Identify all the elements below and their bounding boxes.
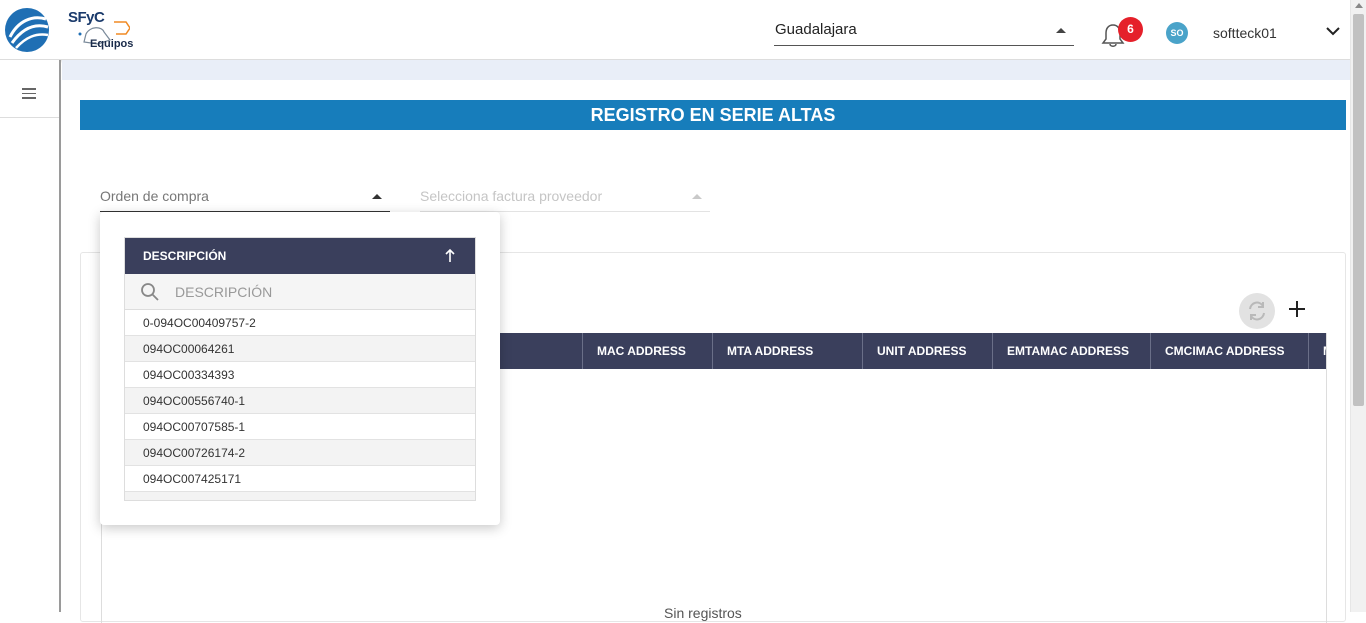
caret-up-icon <box>1056 28 1066 33</box>
brand-logo: SFyC Equipos <box>68 8 158 54</box>
dropdown-table: DESCRIPCIÓN 0-094OC00409757-2 094OC00064… <box>124 237 476 501</box>
notification-badge[interactable]: 6 <box>1118 17 1143 42</box>
arrow-up-icon[interactable] <box>443 248 457 264</box>
scrollbar-thumb[interactable] <box>1353 14 1364 406</box>
add-button[interactable] <box>1285 297 1309 321</box>
search-icon <box>141 283 159 301</box>
orden-compra-label: Orden de compra <box>100 188 209 204</box>
column-header[interactable]: CMCIMAC ADDRESS <box>1150 333 1308 369</box>
dropdown-search-input[interactable] <box>175 282 455 302</box>
column-header[interactable]: MAC ADDRESS <box>582 333 712 369</box>
plus-icon <box>1289 301 1305 317</box>
caret-up-icon <box>372 194 382 199</box>
menu-toggle-button[interactable] <box>0 60 59 118</box>
caret-up-icon <box>692 194 702 199</box>
list-item[interactable]: 094OC00707585-1 <box>125 414 475 440</box>
scroll-up-icon[interactable] <box>1355 3 1363 8</box>
column-header[interactable]: UNIT ADDRESS <box>862 333 992 369</box>
orden-compra-select[interactable]: Orden de compra <box>100 180 390 212</box>
list-item[interactable]: 094OC00064261 <box>125 336 475 362</box>
list-item[interactable]: 094OC00556740-1 <box>125 388 475 414</box>
top-header: SFyC Equipos Guadalajara 6 SO softteck01 <box>0 0 1350 60</box>
list-item[interactable]: 094OC00334393 <box>125 362 475 388</box>
dropdown-column-label: DESCRIPCIÓN <box>143 249 227 263</box>
city-select-value: Guadalajara <box>775 21 857 38</box>
refresh-button[interactable] <box>1239 293 1275 329</box>
list-item[interactable]: 0-094OC00409757-2 <box>125 310 475 336</box>
factura-proveedor-select[interactable]: Selecciona factura proveedor <box>420 180 710 212</box>
avatar[interactable]: SO <box>1166 22 1188 44</box>
sidebar <box>0 60 61 612</box>
username-label[interactable]: softteck01 <box>1213 25 1277 41</box>
brand-subtitle: Equipos <box>90 38 134 50</box>
dropdown-list: 0-094OC00409757-2 094OC00064261 094OC003… <box>125 310 475 500</box>
column-header[interactable]: MTA ADDRESS <box>712 333 862 369</box>
hamburger-icon <box>22 88 36 102</box>
refresh-icon <box>1249 301 1265 321</box>
column-header[interactable]: EMTAMAC ADDRESS <box>992 333 1150 369</box>
orden-compra-dropdown: DESCRIPCIÓN 0-094OC00409757-2 094OC00064… <box>100 212 500 525</box>
top-strip <box>62 60 1350 80</box>
page-title: REGISTRO EN SERIE ALTAS <box>80 100 1346 130</box>
column-header[interactable]: M <box>1308 333 1326 369</box>
list-item[interactable]: 094OC007425171 <box>125 466 475 492</box>
list-item[interactable]: 1-094OC00409757-2 <box>125 492 475 500</box>
sfyc-logo-icon[interactable] <box>4 7 50 53</box>
empty-table-message: Sin registros <box>664 605 742 621</box>
list-item[interactable]: 094OC00726174-2 <box>125 440 475 466</box>
page-scrollbar[interactable] <box>1350 0 1366 612</box>
city-select[interactable]: Guadalajara <box>774 16 1074 46</box>
dropdown-header[interactable]: DESCRIPCIÓN <box>125 238 475 274</box>
dropdown-search <box>125 274 475 310</box>
factura-proveedor-label: Selecciona factura proveedor <box>420 188 603 204</box>
chevron-down-icon[interactable] <box>1326 26 1340 36</box>
